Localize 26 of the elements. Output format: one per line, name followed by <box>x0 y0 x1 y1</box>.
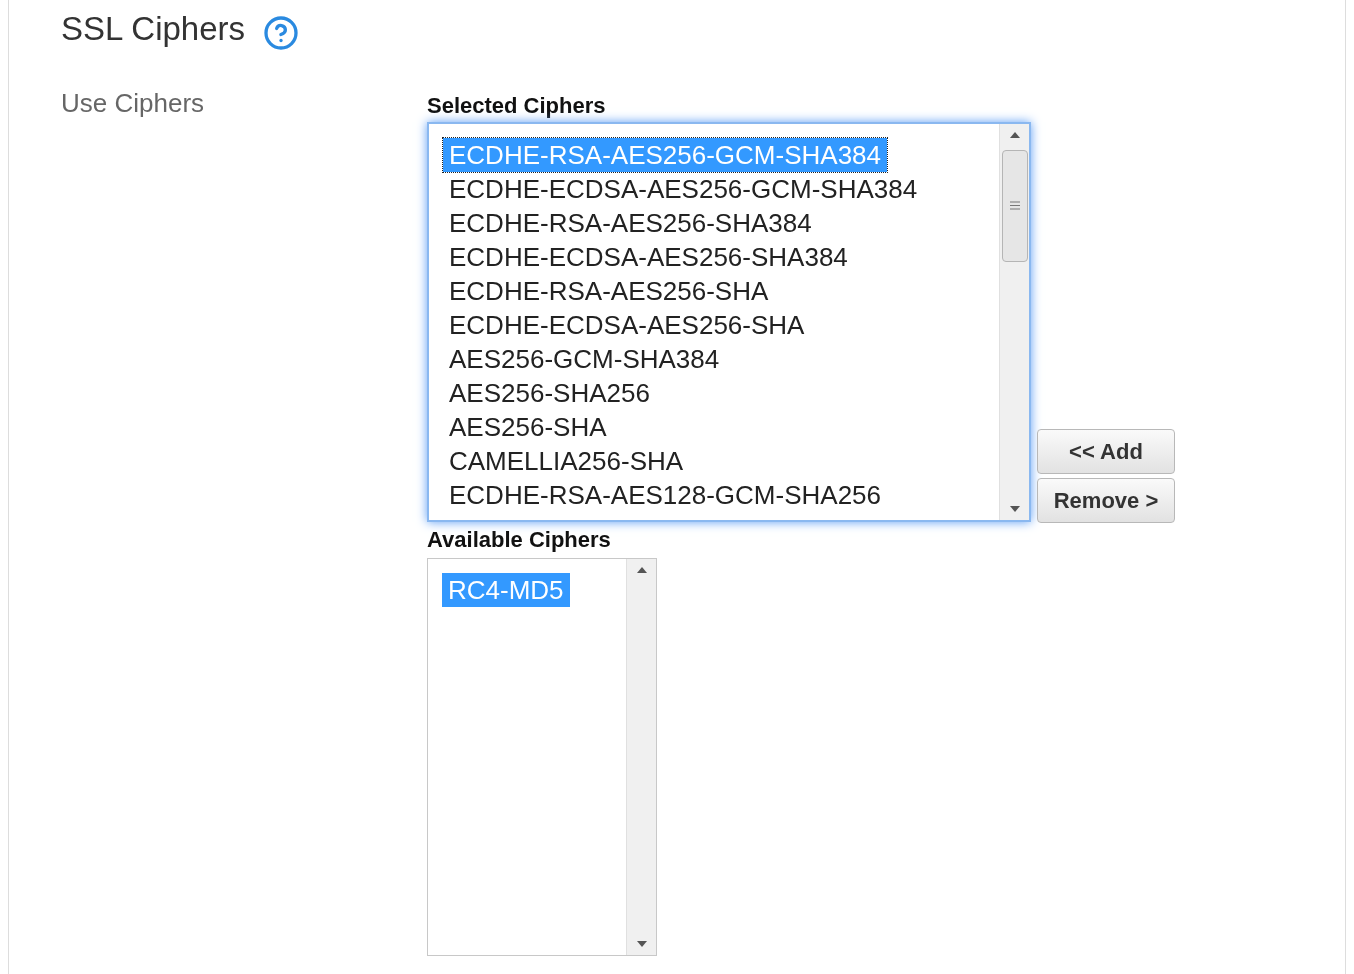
scrollbar[interactable] <box>999 123 1029 520</box>
scrollbar[interactable] <box>626 558 656 955</box>
cipher-option[interactable]: ECDHE-ECDSA-AES256-GCM-SHA384 <box>443 171 924 206</box>
scroll-down-icon[interactable] <box>636 940 647 947</box>
cipher-option[interactable]: AES256-GCM-SHA384 <box>443 341 726 376</box>
cipher-option[interactable]: ECDHE-ECDSA-AES256-SHA384 <box>443 239 854 274</box>
scroll-up-icon[interactable] <box>1009 131 1020 138</box>
cipher-option[interactable]: ECDHE-RSA-AES256-SHA384 <box>443 205 818 240</box>
scrollbar-thumb[interactable] <box>1001 149 1028 262</box>
cipher-option[interactable]: CAMELLIA256-SHA <box>443 443 690 478</box>
cipher-listbox[interactable] <box>427 121 1031 522</box>
list-button[interactable]: << Add <box>1037 428 1175 474</box>
cipher-option[interactable]: AES256-SHA <box>443 409 613 444</box>
list-label: Available Ciphers <box>427 527 612 552</box>
cipher-option[interactable]: ECDHE-RSA-AES256-SHA <box>443 273 775 308</box>
scroll-down-icon[interactable] <box>1009 505 1020 512</box>
list-label: Selected Ciphers <box>427 93 607 118</box>
help-icon[interactable] <box>263 14 300 51</box>
scroll-up-icon[interactable] <box>636 566 647 573</box>
section-title: SSL Ciphers <box>61 9 246 49</box>
field-label: Use Ciphers <box>61 87 206 120</box>
cipher-option[interactable]: AES256-SHA256 <box>443 375 656 410</box>
grip-icon <box>1009 201 1020 210</box>
cipher-option[interactable]: ECDHE-RSA-AES128-GCM-SHA256 <box>443 477 887 512</box>
list-button[interactable]: Remove > <box>1037 477 1175 523</box>
cipher-option[interactable]: ECDHE-ECDSA-AES256-SHA <box>443 307 811 342</box>
